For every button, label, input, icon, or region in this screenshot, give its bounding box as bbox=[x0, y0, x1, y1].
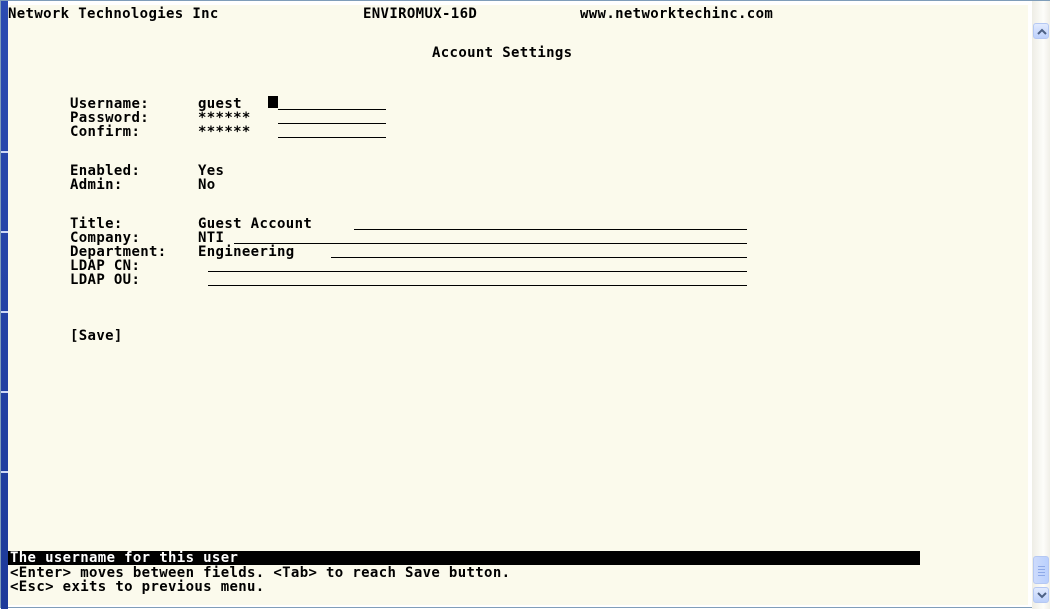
hint-line-2: <Esc> exits to previous menu. bbox=[10, 579, 265, 595]
company-label: Company: bbox=[70, 230, 141, 246]
hint-line-1: <Enter> moves between fields. <Tab> to r… bbox=[10, 565, 511, 581]
username-value: guest bbox=[198, 96, 242, 112]
terminal-window: Network Technologies Inc ENVIROMUX-16D w… bbox=[0, 0, 1050, 609]
title-underline bbox=[354, 229, 747, 230]
company-value: NTI bbox=[198, 230, 225, 246]
title-value: Guest Account bbox=[198, 216, 313, 232]
chevron-up-icon bbox=[1037, 28, 1047, 35]
confirm-label: Confirm: bbox=[70, 124, 141, 140]
scroll-down-button[interactable] bbox=[1033, 587, 1049, 603]
enabled-value[interactable]: Yes bbox=[198, 164, 224, 178]
save-button[interactable]: [Save] bbox=[70, 329, 123, 343]
page-title: Account Settings bbox=[432, 45, 573, 61]
password-value: ****** bbox=[198, 110, 251, 126]
header-product: ENVIROMUX-16D bbox=[363, 6, 478, 22]
ldap-ou-label: LDAP OU: bbox=[70, 272, 141, 288]
header-website: www.networktechinc.com bbox=[580, 6, 774, 22]
department-value: Engineering bbox=[198, 244, 295, 260]
title-label: Title: bbox=[70, 216, 123, 232]
chevron-down-icon bbox=[1037, 592, 1047, 599]
header-company: Network Technologies Inc bbox=[8, 6, 219, 22]
admin-label: Admin: bbox=[70, 177, 123, 193]
department-label: Department: bbox=[70, 244, 167, 260]
password-underline bbox=[278, 123, 386, 124]
scroll-thumb[interactable] bbox=[1033, 556, 1049, 584]
confirm-underline bbox=[278, 137, 386, 138]
username-label: Username: bbox=[70, 96, 150, 112]
confirm-value: ****** bbox=[198, 124, 251, 140]
ldap-cn-label: LDAP CN: bbox=[70, 258, 141, 274]
admin-value[interactable]: No bbox=[198, 178, 216, 192]
password-label: Password: bbox=[70, 110, 150, 126]
username-underline bbox=[278, 109, 386, 110]
scroll-up-button[interactable] bbox=[1033, 23, 1049, 39]
ldap-ou-underline bbox=[208, 285, 747, 286]
company-underline bbox=[234, 243, 747, 244]
help-text: The username for this user bbox=[10, 550, 239, 566]
department-underline bbox=[331, 257, 747, 258]
status-bar: The username for this user bbox=[8, 551, 920, 565]
terminal-screen: Network Technologies Inc ENVIROMUX-16D w… bbox=[8, 5, 1028, 605]
ldap-cn-underline bbox=[208, 271, 747, 272]
enabled-label: Enabled: bbox=[70, 163, 141, 179]
text-cursor bbox=[268, 96, 278, 108]
window-left-edge bbox=[1, 1, 8, 609]
vertical-scrollbar[interactable] bbox=[1032, 1, 1050, 609]
